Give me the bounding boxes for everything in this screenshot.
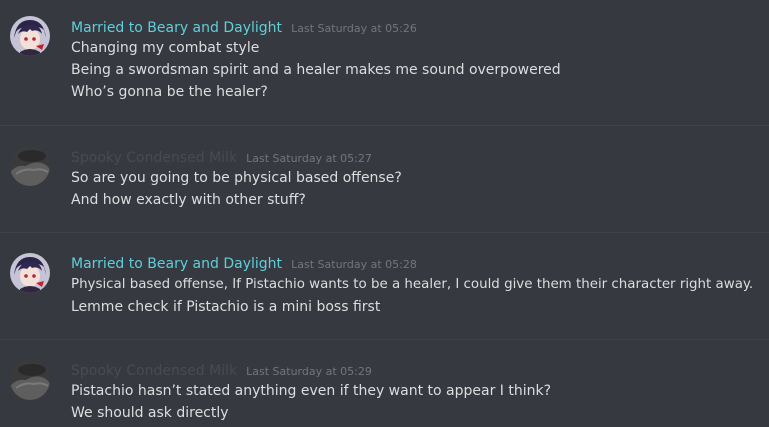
message-content: Pistachio hasn’t stated anything even if…: [71, 380, 551, 424]
timestamp: Last Saturday at 05:27: [246, 152, 372, 165]
message-line: Being a swordsman spirit and a healer ma…: [71, 62, 561, 78]
user-avatar[interactable]: [10, 16, 50, 56]
timestamp: Last Saturday at 05:26: [291, 22, 417, 35]
username[interactable]: Married to Beary and Daylight: [71, 20, 282, 36]
user-avatar[interactable]: [10, 146, 50, 186]
username[interactable]: Spooky Condensed Milk: [71, 363, 237, 379]
message-header: Spooky Condensed Milk Last Saturday at 0…: [71, 147, 372, 166]
message-header: Married to Beary and Daylight Last Satur…: [71, 17, 417, 36]
gray-blob-avatar-icon: [10, 146, 50, 186]
message-line: Changing my combat style: [71, 40, 260, 56]
user-avatar[interactable]: [10, 360, 50, 400]
message-divider: [0, 339, 769, 340]
username[interactable]: Married to Beary and Daylight: [71, 256, 282, 272]
message-divider: [0, 232, 769, 233]
message-divider: [0, 125, 769, 126]
timestamp: Last Saturday at 05:29: [246, 365, 372, 378]
message-content: Changing my combat style Being a swordsm…: [71, 37, 561, 103]
chat-messages: Married to Beary and Daylight Last Satur…: [0, 0, 769, 427]
message-line: Pistachio hasn’t stated anything even if…: [71, 383, 552, 399]
anime-character-avatar-icon: [10, 253, 50, 293]
message-line: Who’s gonna be the healer?: [71, 84, 268, 100]
user-avatar[interactable]: [10, 253, 50, 293]
message-line: Lemme check if Pistachio is a mini boss …: [71, 299, 381, 315]
message-line: We should ask directly: [71, 405, 229, 421]
timestamp: Last Saturday at 05:28: [291, 258, 417, 271]
message-content: Physical based offense, If Pistachio wan…: [71, 274, 753, 318]
message-line: Physical based offense, If Pistachio wan…: [71, 277, 754, 292]
message-header: Married to Beary and Daylight Last Satur…: [71, 253, 417, 272]
message-header: Spooky Condensed Milk Last Saturday at 0…: [71, 360, 372, 379]
gray-blob-avatar-icon: [10, 360, 50, 400]
anime-character-avatar-icon: [10, 16, 50, 56]
message-line: So are you going to be physical based of…: [71, 170, 402, 186]
message-content: So are you going to be physical based of…: [71, 167, 402, 211]
username[interactable]: Spooky Condensed Milk: [71, 150, 237, 166]
message-line: And how exactly with other stuff?: [71, 192, 306, 208]
